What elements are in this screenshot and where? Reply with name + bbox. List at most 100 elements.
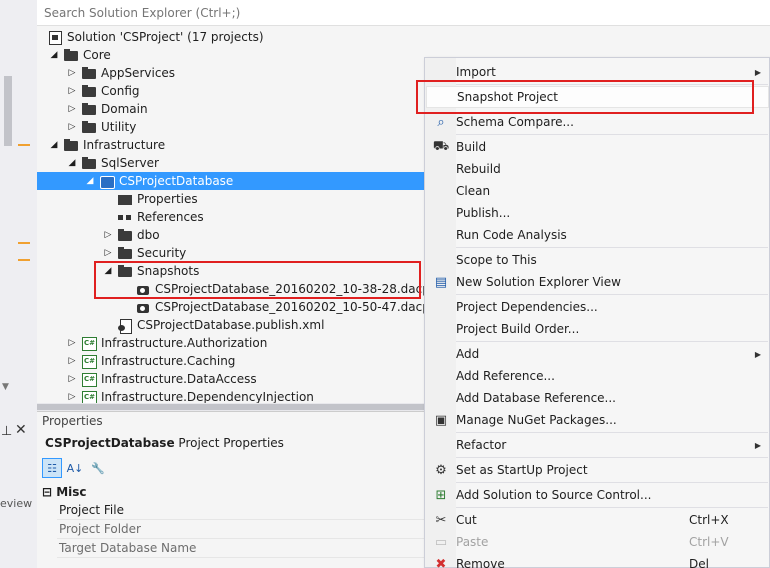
menu-separator xyxy=(456,294,768,295)
new-view-icon: ▤ xyxy=(434,274,448,290)
menu-item-run-code-analysis[interactable]: Run Code Analysis xyxy=(426,224,769,246)
menu-item-add[interactable]: Add ▶ xyxy=(426,343,769,365)
change-marker xyxy=(18,259,30,261)
context-menu: Import ▶ Snapshot Project ⌕ Schema Compa… xyxy=(424,57,770,568)
menu-item-build[interactable]: ⛟ Build xyxy=(426,136,769,158)
source-control-icon: ⊞ xyxy=(435,487,447,503)
folder-icon xyxy=(81,66,97,80)
csharp-project-icon xyxy=(81,372,97,387)
menu-item-remove[interactable]: ✖ Remove Del xyxy=(426,553,769,568)
menu-item-set-startup[interactable]: ⚙ Set as StartUp Project xyxy=(426,459,769,481)
csharp-project-icon xyxy=(81,336,97,351)
snapshot-file-icon xyxy=(135,300,151,314)
folder-icon xyxy=(81,84,97,98)
menu-item-new-solution-explorer-view[interactable]: ▤ New Solution Explorer View xyxy=(426,271,769,293)
properties-toolbar: ☷ A↓ 🔧 xyxy=(42,458,108,478)
expand-icon[interactable]: ▷ xyxy=(63,338,81,348)
folder-icon xyxy=(117,228,133,242)
menu-item-add-to-source-control[interactable]: ⊞ Add Solution to Source Control... xyxy=(426,484,769,506)
menu-item-clean[interactable]: Clean xyxy=(426,180,769,202)
tree-item-label: Infrastructure.DataAccess xyxy=(101,372,257,386)
menu-item-project-dependencies[interactable]: Project Dependencies... xyxy=(426,296,769,318)
tree-item-label: Utility xyxy=(101,120,137,134)
tree-item-label: Solution 'CSProject' (17 projects) xyxy=(67,30,264,44)
tree-item-label: Snapshots xyxy=(137,264,200,278)
collapse-icon[interactable]: ◢ xyxy=(63,158,81,168)
menu-item-manage-nuget[interactable]: ▣ Manage NuGet Packages... xyxy=(426,409,769,431)
menu-item-project-build-order[interactable]: Project Build Order... xyxy=(426,318,769,340)
collapse-icon[interactable]: ◢ xyxy=(45,50,63,60)
expand-icon[interactable]: ▷ xyxy=(99,230,117,240)
tree-item-label: Infrastructure.DependencyInjection xyxy=(101,390,314,404)
expand-icon[interactable]: ▷ xyxy=(99,248,117,258)
tree-item-label: Infrastructure.Authorization xyxy=(101,336,268,350)
folder-icon xyxy=(117,246,133,260)
menu-item-cut[interactable]: ✂ Cut Ctrl+X xyxy=(426,509,769,531)
tree-item-label: CSProjectDatabase_20160202_10-38-28.dacp… xyxy=(155,282,444,296)
menu-separator xyxy=(456,432,768,433)
menu-item-publish[interactable]: Publish... xyxy=(426,202,769,224)
nuget-icon: ▣ xyxy=(434,412,448,428)
submenu-arrow-icon: ▶ xyxy=(754,67,762,77)
property-pages-icon[interactable]: 🔧 xyxy=(88,458,108,478)
csharp-project-icon xyxy=(81,354,97,369)
misc-section[interactable]: ⊟ Misc xyxy=(42,485,87,499)
categorized-icon[interactable]: ☷ xyxy=(42,458,62,478)
scroll-down-icon[interactable]: ▼ xyxy=(2,382,9,392)
search-input[interactable] xyxy=(37,0,770,26)
editor-margin: ▼ ⊥ ✕ eview xyxy=(0,0,37,568)
tree-item-solution[interactable]: Solution 'CSProject' (17 projects) xyxy=(37,28,770,46)
selected-object[interactable]: CSProjectDatabase Project Properties xyxy=(45,436,284,450)
tree-item-label: Core xyxy=(83,48,111,62)
tree-item-label: Domain xyxy=(101,102,148,116)
collapse-icon[interactable]: ◢ xyxy=(45,140,63,150)
menu-item-snapshot-project[interactable]: Snapshot Project xyxy=(426,86,769,108)
menu-item-refactor[interactable]: Refactor ▶ xyxy=(426,434,769,456)
close-icon[interactable]: ✕ xyxy=(15,422,27,438)
expand-icon[interactable]: ▷ xyxy=(63,68,81,78)
change-marker xyxy=(18,242,30,244)
menu-item-add-database-reference[interactable]: Add Database Reference... xyxy=(426,387,769,409)
expand-icon[interactable]: ▷ xyxy=(63,122,81,132)
change-marker xyxy=(18,144,30,146)
expand-icon[interactable]: ▷ xyxy=(63,104,81,114)
tree-item-label: SqlServer xyxy=(101,156,159,170)
editor-scrollbar[interactable] xyxy=(4,76,12,146)
menu-separator xyxy=(456,341,768,342)
menu-item-schema-compare[interactable]: ⌕ Schema Compare... xyxy=(426,111,769,133)
menu-item-import[interactable]: Import ▶ xyxy=(426,61,769,83)
expand-icon[interactable]: ▷ xyxy=(63,374,81,384)
folder-icon xyxy=(63,138,79,152)
alphabetical-icon[interactable]: A↓ xyxy=(65,458,85,478)
section-label: Misc xyxy=(56,485,87,499)
property-name: Project Folder xyxy=(59,522,141,536)
delete-icon: ✖ xyxy=(435,556,447,568)
gear-icon: ⚙ xyxy=(435,462,447,478)
tree-item-label: CSProjectDatabase xyxy=(119,174,234,188)
menu-item-add-reference[interactable]: Add Reference... xyxy=(426,365,769,387)
snapshot-file-icon xyxy=(135,282,151,296)
panel-title: Properties xyxy=(42,414,103,428)
properties-icon xyxy=(117,192,133,206)
panel-label: eview xyxy=(0,497,33,510)
menu-item-paste[interactable]: ▭ Paste Ctrl+V xyxy=(426,531,769,553)
tree-item-label: AppServices xyxy=(101,66,176,80)
solution-explorer-search[interactable] xyxy=(37,0,770,26)
references-icon xyxy=(117,210,133,224)
tree-item-label: Infrastructure.Caching xyxy=(101,354,236,368)
menu-item-rebuild[interactable]: Rebuild xyxy=(426,158,769,180)
collapse-icon[interactable]: ◢ xyxy=(81,176,99,186)
tree-item-label: Security xyxy=(137,246,187,260)
menu-separator xyxy=(456,84,768,85)
folder-icon xyxy=(117,264,133,278)
menu-item-scope-to-this[interactable]: Scope to This xyxy=(426,249,769,271)
pin-icon[interactable]: ⊥ xyxy=(1,424,12,439)
expand-icon[interactable]: ▷ xyxy=(63,356,81,366)
collapse-icon[interactable]: ◢ xyxy=(99,266,117,276)
expand-icon[interactable]: ▷ xyxy=(63,86,81,96)
solution-icon xyxy=(47,30,63,45)
folder-icon xyxy=(81,120,97,134)
tree-item-label: References xyxy=(137,210,204,224)
tree-item-label: Config xyxy=(101,84,140,98)
expand-icon[interactable]: ▷ xyxy=(63,392,81,402)
